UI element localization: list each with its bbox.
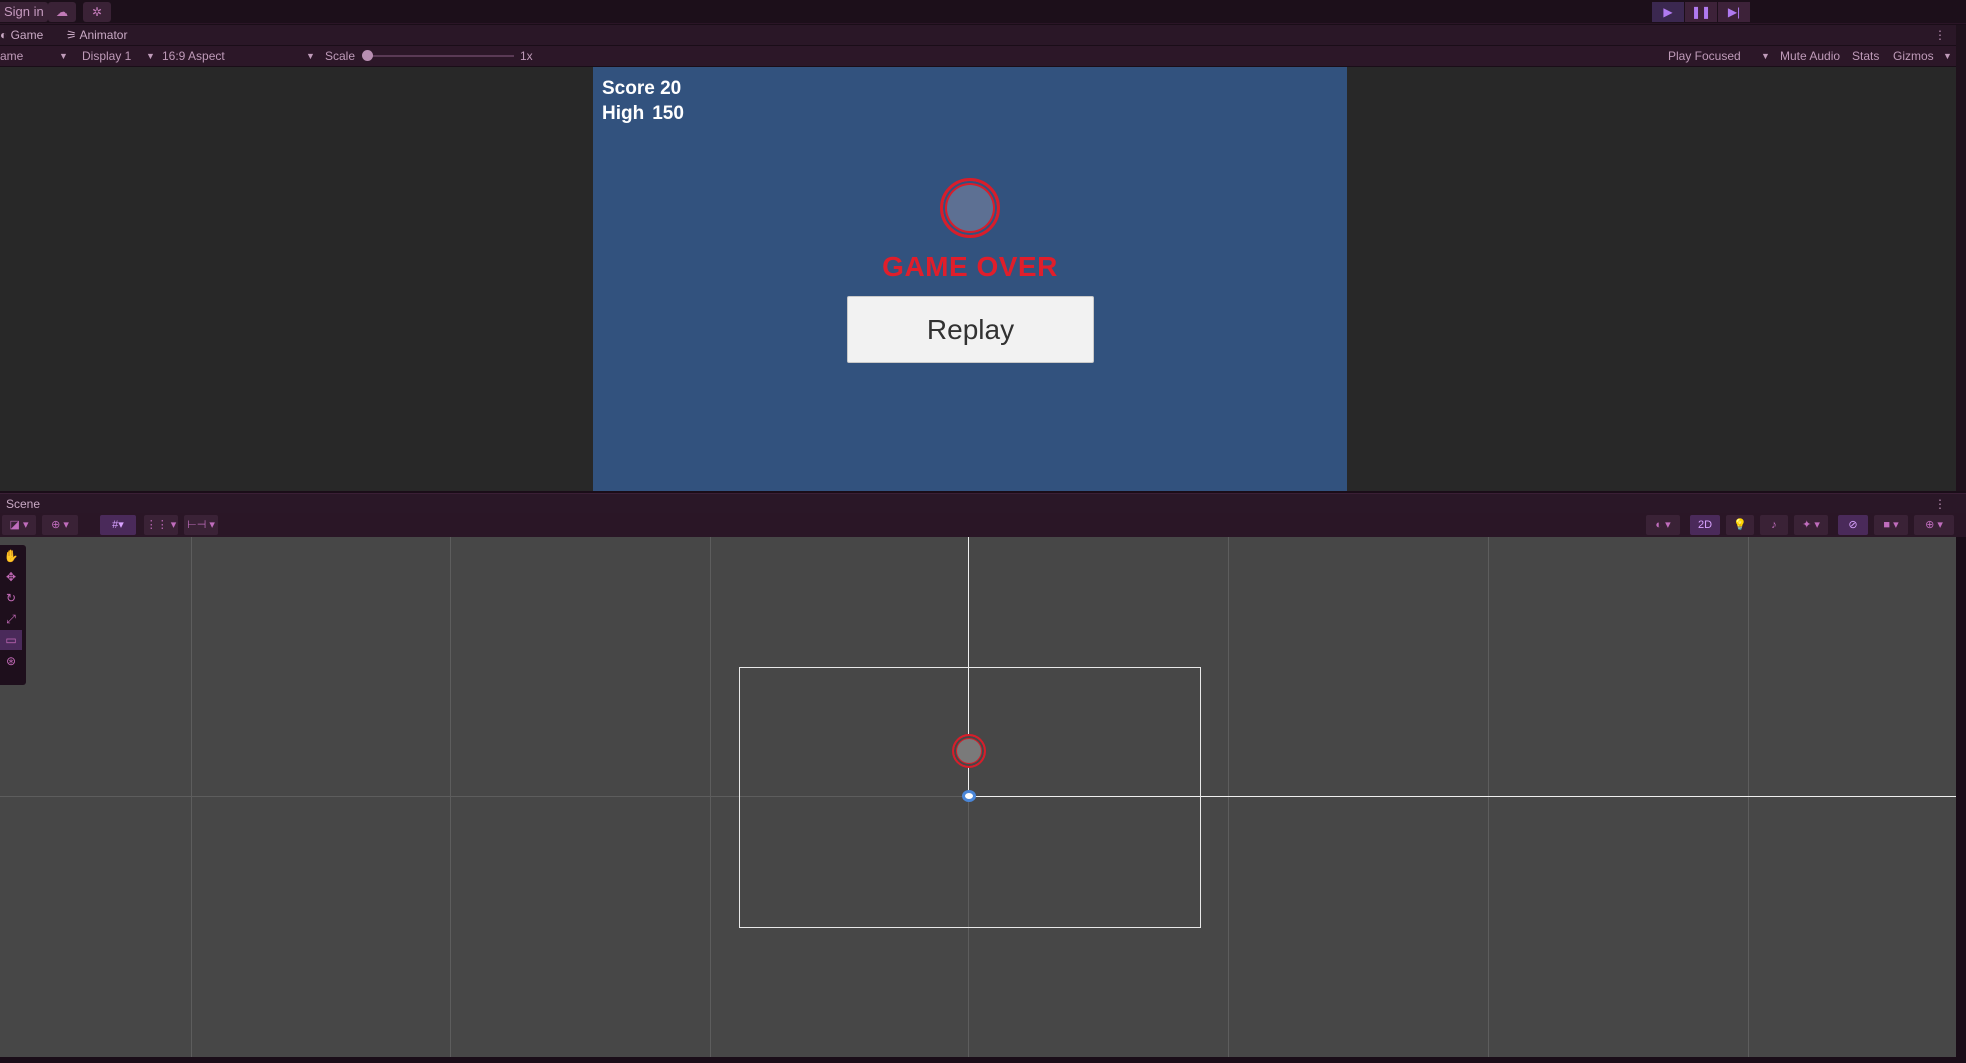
game-view-toolbar: ame ▼ Display 1 ▼ 16:9 Aspect ▼ Scale 1x…: [0, 46, 1966, 66]
transform-tool-icon[interactable]: ⊛: [0, 651, 22, 671]
play-icon[interactable]: ▶: [1652, 2, 1684, 22]
cloud-icon[interactable]: ☁: [48, 2, 76, 22]
panel-menu-icon[interactable]: ⋮: [1934, 25, 1946, 45]
scale-value: 1x: [520, 49, 533, 63]
tab-animator-label: Animator: [79, 28, 128, 42]
tab-scene[interactable]: Scene: [6, 494, 40, 514]
scene-view-toolbar: ◪ ▾ ⊕ ▾ #▾ ⋮⋮ ▾ ⊢⊣ ▾ ◐ ▾ 2D 💡 ♪ ✦ ▾ ⊘ ■ …: [0, 513, 1966, 537]
scene-view[interactable]: [0, 537, 1956, 1057]
2d-mode-toggle[interactable]: 2D: [1690, 515, 1720, 535]
scene-tool-strip: ✋ ✥ ↻ ⤢ ▭ ⊛: [0, 545, 26, 685]
replay-button[interactable]: Replay: [847, 296, 1094, 363]
grid-snap-icon[interactable]: #▾: [100, 515, 136, 535]
increment-snap-icon[interactable]: ⊢⊣ ▾: [184, 515, 218, 535]
game-over-text: GAME OVER: [882, 251, 1058, 282]
rect-tool-icon[interactable]: ▭: [0, 630, 22, 650]
step-icon[interactable]: ▶|: [1718, 2, 1750, 22]
game-mode-label: ame: [0, 49, 24, 63]
score-value: 20: [660, 78, 682, 99]
gizmos-icon[interactable]: ⊕ ▾: [1914, 515, 1954, 535]
display-dropdown[interactable]: Display 1: [82, 46, 131, 66]
chevron-down-icon[interactable]: ▼: [59, 46, 68, 66]
aspect-dropdown[interactable]: 16:9 Aspect: [162, 46, 225, 66]
chevron-down-icon[interactable]: ▼: [1943, 46, 1952, 66]
gizmos-toggle[interactable]: Gizmos: [1893, 46, 1934, 66]
move-tool-icon[interactable]: ✥: [0, 567, 22, 587]
game-screen: Score 20 High 150 GAME OVER Replay: [593, 67, 1347, 491]
game-mode-dropdown[interactable]: ame: [0, 46, 23, 66]
stats-toggle[interactable]: Stats: [1852, 46, 1879, 66]
chevron-down-icon[interactable]: ▼: [306, 46, 315, 66]
high-score-line: High 150: [602, 101, 684, 126]
aspect-label: 16:9 Aspect: [162, 49, 225, 63]
scene-tab-strip: Scene ⋮: [0, 493, 1966, 513]
sign-in-button[interactable]: Sign in: [0, 2, 48, 22]
tab-animator[interactable]: ⚞ Animator: [66, 25, 127, 45]
effects-icon[interactable]: ✦ ▾: [1794, 515, 1828, 535]
grid-line: [450, 537, 451, 1057]
tab-game[interactable]: ◐ Game: [0, 25, 43, 45]
scale-label: Scale: [325, 49, 356, 63]
game-view-scrollbar[interactable]: [1956, 25, 1966, 491]
global-toggle-icon[interactable]: ⊕ ▾: [42, 515, 78, 535]
main-toolbar: Sign in ☁ ✲ ▶ ❚❚ ▶|: [0, 0, 1966, 24]
scene-ball-object[interactable]: [952, 734, 986, 768]
play-focused-label: Play Focused: [1668, 49, 1741, 63]
high-value: 150: [652, 103, 684, 124]
grid-line: [1228, 537, 1229, 1057]
audio-icon[interactable]: ♪: [1760, 515, 1788, 535]
high-label: High: [602, 103, 645, 124]
pause-icon[interactable]: ❚❚: [1685, 2, 1717, 22]
scale-slider-handle[interactable]: [362, 50, 373, 61]
services-icon[interactable]: ✲: [83, 2, 111, 22]
display-label: Display 1: [82, 49, 132, 63]
hidden-objects-icon[interactable]: ⊘: [1838, 515, 1868, 535]
grid-line: [710, 537, 711, 1057]
game-view: Score 20 High 150 GAME OVER Replay: [0, 67, 1956, 491]
shading-mode-icon[interactable]: ◐ ▾: [1646, 515, 1680, 535]
lighting-icon[interactable]: 💡: [1726, 515, 1754, 535]
playback-controls: ▶ ❚❚ ▶|: [1652, 2, 1751, 22]
camera-icon[interactable]: ■ ▾: [1874, 515, 1908, 535]
ball-sprite: [940, 178, 1000, 238]
hand-tool-icon[interactable]: ✋: [0, 546, 22, 566]
tab-game-label: Game: [10, 28, 44, 42]
play-focused-dropdown[interactable]: Play Focused: [1668, 46, 1741, 66]
score-line: Score 20: [602, 76, 684, 101]
chevron-down-icon[interactable]: ▼: [1761, 46, 1770, 66]
rotate-tool-icon[interactable]: ↻: [0, 588, 22, 608]
panel-menu-icon[interactable]: ⋮: [1934, 494, 1946, 514]
game-tab-strip: ◐ Game ⚞ Animator ⋮: [0, 25, 1966, 45]
status-bar: [0, 1057, 1966, 1063]
draw-mode-icon[interactable]: ◪ ▾: [2, 515, 36, 535]
pivot-gizmo[interactable]: [962, 790, 976, 802]
grid-line: [1748, 537, 1749, 1057]
mute-audio-toggle[interactable]: Mute Audio: [1780, 46, 1840, 66]
grid-line: [191, 537, 192, 1057]
score-label: Score: [602, 78, 655, 99]
chevron-down-icon[interactable]: ▼: [146, 46, 155, 66]
grid-visibility-icon[interactable]: ⋮⋮ ▾: [144, 515, 178, 535]
grid-line: [1488, 537, 1489, 1057]
scale-tool-icon[interactable]: ⤢: [0, 609, 22, 629]
score-hud: Score 20 High 150: [602, 76, 684, 126]
scale-slider[interactable]: [366, 55, 514, 57]
